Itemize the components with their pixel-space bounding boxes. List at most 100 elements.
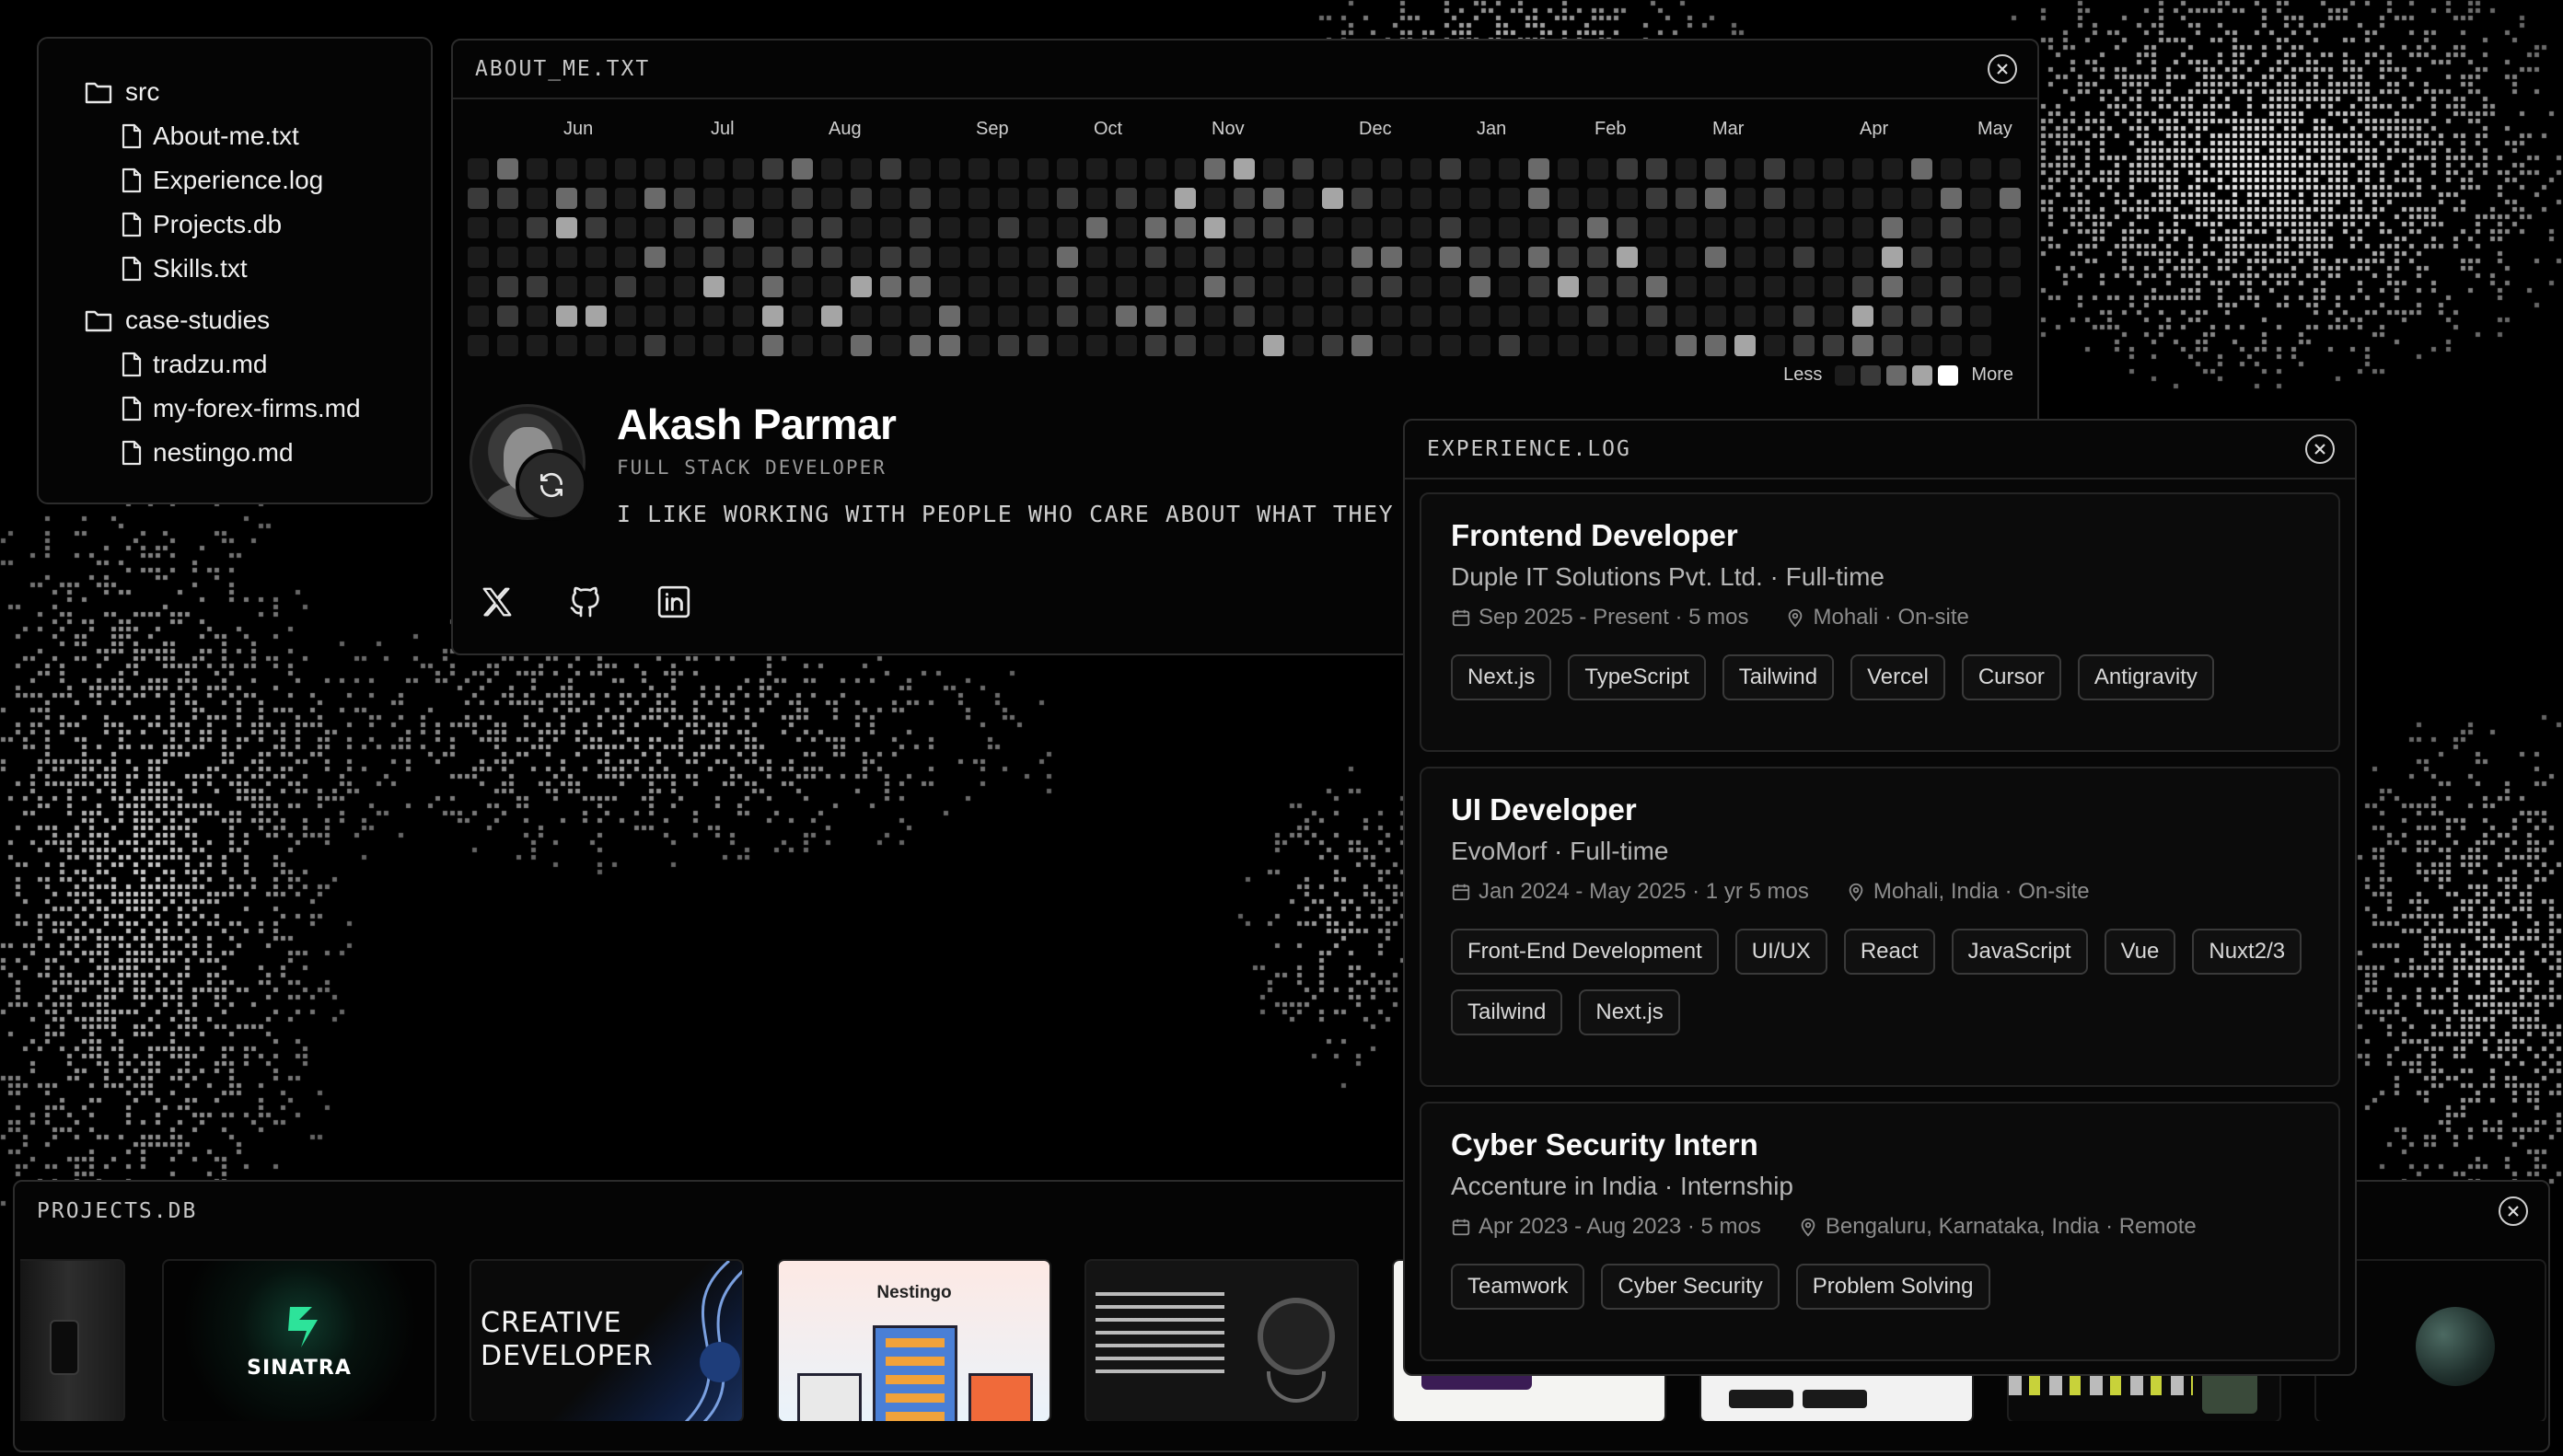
heatmap-cell <box>851 188 872 209</box>
heatmap-cell <box>556 188 577 209</box>
heatmap-cell <box>1558 276 1579 297</box>
skill-chip[interactable]: Next.js <box>1451 654 1552 700</box>
heatmap-month-label: Jul <box>711 119 735 139</box>
project-thumb-nestingo[interactable]: Nestingo <box>777 1259 1051 1421</box>
x-link[interactable] <box>477 582 517 622</box>
location-pin-icon <box>1801 1218 1815 1237</box>
skill-chip[interactable]: Vercel <box>1850 654 1945 700</box>
skill-chip[interactable]: React <box>1843 929 1935 975</box>
heatmap-cell <box>1764 217 1785 238</box>
heatmap-cell <box>910 276 931 297</box>
heatmap-cell <box>1027 247 1049 268</box>
file-tradzu[interactable]: tradzu.md <box>85 342 431 387</box>
project-thumb-sinatra[interactable]: SINATRA <box>162 1259 436 1421</box>
heatmap-cell <box>1057 335 1078 356</box>
skill-chip[interactable]: UI/UX <box>1734 929 1827 975</box>
heatmap-cell <box>1410 276 1432 297</box>
heatmap-cell <box>468 335 489 356</box>
heatmap-cell <box>1116 335 1137 356</box>
skill-chip[interactable]: JavaScript <box>1951 929 2088 975</box>
heatmap-cell <box>468 188 489 209</box>
heatmap-cell <box>1823 335 1844 356</box>
job-dates: Jan 2024 - May 2025 · 1 yr 5 mos <box>1479 879 1809 904</box>
skill-chip[interactable]: Tailwind <box>1722 654 1835 700</box>
heatmap-cell <box>1941 247 1962 268</box>
heatmap-cell <box>1617 335 1638 356</box>
heatmap-cell <box>1764 247 1785 268</box>
about-close-button[interactable] <box>1988 54 2017 84</box>
heatmap-cell <box>1882 188 1903 209</box>
heatmap-cell <box>644 188 666 209</box>
heatmap-cell <box>674 188 695 209</box>
experience-close-button[interactable] <box>2305 434 2335 464</box>
skill-chip[interactable]: Cyber Security <box>1601 1264 1780 1310</box>
heatmap-cell <box>1469 247 1490 268</box>
skill-chip[interactable]: TypeScript <box>1568 654 1706 700</box>
project-thumb-partial[interactable] <box>20 1259 125 1421</box>
skill-chips: Teamwork Cyber Security Problem Solving <box>1451 1264 2309 1310</box>
heatmap-cell <box>851 306 872 327</box>
heatmap-cell <box>1293 306 1314 327</box>
skill-chip[interactable]: Antigravity <box>2077 654 2214 700</box>
heatmap-cell <box>497 188 518 209</box>
github-link[interactable] <box>565 582 606 622</box>
skill-chip[interactable]: Cursor <box>1961 654 2061 700</box>
heatmap-cell <box>1852 217 1873 238</box>
file-nestingo[interactable]: nestingo.md <box>85 431 431 475</box>
heatmap-cell <box>1057 247 1078 268</box>
heatmap-cell <box>1145 335 1166 356</box>
skill-chip[interactable]: Tailwind <box>1451 989 1563 1035</box>
experience-card: Frontend Developer Duple IT Solutions Pv… <box>1420 492 2340 752</box>
heatmap-cell <box>998 158 1019 179</box>
file-experience-log[interactable]: Experience.log <box>85 158 431 202</box>
heatmap-cell <box>468 276 489 297</box>
heatmap-cell <box>1499 158 1520 179</box>
heatmap-cell <box>1027 217 1049 238</box>
projects-close-button[interactable] <box>2499 1196 2528 1226</box>
file-my-forex-firms[interactable]: my-forex-firms.md <box>85 387 431 431</box>
file-icon <box>122 396 142 422</box>
heatmap-cell <box>1410 158 1432 179</box>
refresh-avatar-button[interactable] <box>516 449 587 521</box>
folder-case-studies[interactable]: case-studies <box>85 298 431 342</box>
skill-chip[interactable]: Vue <box>2104 929 2176 975</box>
heatmap-cell <box>1793 335 1815 356</box>
heatmap-cell <box>1528 217 1549 238</box>
refresh-icon <box>540 472 562 498</box>
heatmap-cell <box>1322 306 1343 327</box>
file-projects-db[interactable]: Projects.db <box>85 202 431 247</box>
heatmap-cell <box>1617 306 1638 327</box>
folder-src[interactable]: src <box>85 70 431 114</box>
heatmap-cell <box>1734 247 1756 268</box>
skill-chip[interactable]: Problem Solving <box>1795 1264 1990 1310</box>
heatmap-cell <box>733 276 754 297</box>
file-about-me[interactable]: About-me.txt <box>85 114 431 158</box>
heatmap-cell <box>1263 188 1284 209</box>
skill-chip[interactable]: Next.js <box>1579 989 1680 1035</box>
project-thumb-dark-site[interactable] <box>1084 1259 1359 1421</box>
heatmap-month-label: Nov <box>1212 119 1245 139</box>
skill-chip[interactable]: Nuxt2/3 <box>2192 929 2302 975</box>
heatmap-cell <box>1175 335 1196 356</box>
heatmap-cell <box>1941 217 1962 238</box>
heatmap-cell <box>1116 247 1137 268</box>
legend-level-0 <box>1835 364 1856 386</box>
close-icon <box>2508 1206 2519 1217</box>
job-company: Accenture in India · Internship <box>1451 1172 1793 1200</box>
linkedin-link[interactable] <box>654 582 694 622</box>
project-thumb-creative-developer[interactable]: CREATIVE DEVELOPER <box>470 1259 744 1421</box>
file-skills[interactable]: Skills.txt <box>85 247 431 291</box>
file-icon <box>122 123 142 149</box>
skill-chip[interactable]: Front-End Development <box>1451 929 1719 975</box>
heatmap-cell <box>1204 306 1225 327</box>
heatmap-cell <box>998 276 1019 297</box>
skill-chip[interactable]: Teamwork <box>1451 1264 1585 1310</box>
heatmap-cell <box>1528 276 1549 297</box>
job-meta: Apr 2023 - Aug 2023 · 5 mos Bengaluru, K… <box>1451 1214 2309 1240</box>
heatmap-cell <box>615 276 636 297</box>
heatmap-cell <box>1027 335 1049 356</box>
heatmap-cell <box>1852 276 1873 297</box>
job-location: Mohali, India · On-site <box>1873 879 2090 904</box>
heatmap-cell <box>1528 306 1549 327</box>
heatmap-cell <box>1293 217 1314 238</box>
